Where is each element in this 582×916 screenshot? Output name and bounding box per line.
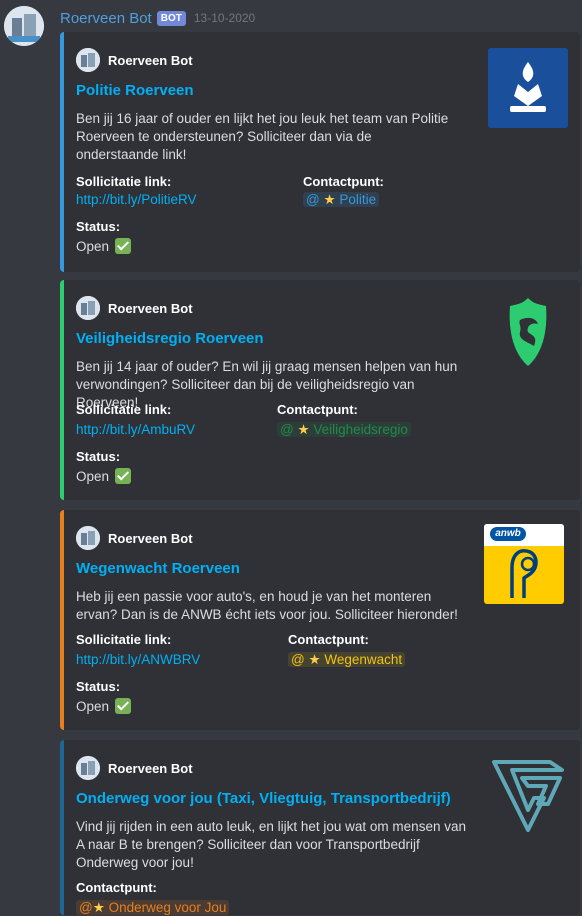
field-contact-label: Contactpunt: xyxy=(277,402,358,417)
author-name: Roerveen Bot xyxy=(108,760,193,776)
star-icon: ★ xyxy=(323,192,336,207)
field-contact-label: Contactpunt: xyxy=(288,632,369,647)
embed-title[interactable]: Veiligheidsregio Roerveen xyxy=(76,330,264,347)
contact-mention[interactable]: @ ★ Politie xyxy=(303,192,380,208)
embed-author: Roerveen Bot xyxy=(76,526,193,550)
mention-role: Onderweg voor Jou xyxy=(108,900,227,915)
author-avatar xyxy=(76,296,100,320)
mention-at: @ xyxy=(291,652,305,667)
embed-author: Roerveen Bot xyxy=(76,756,193,780)
embed-author: Roerveen Bot xyxy=(76,296,193,320)
field-link-label: Sollicitatie link: xyxy=(76,402,172,417)
field-status-label: Status: xyxy=(76,449,121,464)
embed-description: Vind jij rijden in een auto leuk, en lij… xyxy=(76,819,466,870)
check-icon xyxy=(114,468,131,484)
mention-at: @ xyxy=(306,192,320,207)
embed-author: Roerveen Bot xyxy=(76,48,193,72)
embed-veiligheidsregio: Roerveen Bot Veiligheidsregio Roerveen B… xyxy=(60,280,580,500)
mention-at: @ xyxy=(79,900,93,915)
politie-logo[interactable] xyxy=(488,48,568,128)
author-avatar xyxy=(76,526,100,550)
embed-title[interactable]: Onderweg voor jou (Taxi, Vliegtuig, Tran… xyxy=(76,790,451,807)
field-link-label: Sollicitatie link: xyxy=(76,632,172,647)
mention-role: Politie xyxy=(339,192,377,207)
author-avatar xyxy=(76,756,100,780)
status-value: Open xyxy=(76,698,131,714)
field-status-label: Status: xyxy=(76,219,121,234)
contact-mention[interactable]: @ ★ Veiligheidsregio xyxy=(277,422,411,438)
author-name: Roerveen Bot xyxy=(108,300,193,316)
status-text: Open xyxy=(76,239,110,254)
check-icon xyxy=(114,238,131,254)
embed-wegenwacht: Roerveen Bot Wegenwacht Roerveen Heb jij… xyxy=(60,510,580,730)
field-link-label: Sollicitatie link: xyxy=(76,174,172,189)
sollicitatie-link[interactable]: http://bit.ly/AmbuRV xyxy=(76,422,195,437)
embed-title[interactable]: Wegenwacht Roerveen xyxy=(76,560,240,577)
username[interactable]: Roerveen Bot xyxy=(60,10,152,27)
check-icon xyxy=(114,698,131,714)
field-contact-label: Contactpunt: xyxy=(76,880,157,895)
contact-mention[interactable]: @ ★ Wegenwacht xyxy=(288,652,406,668)
status-text: Open xyxy=(76,699,110,714)
sollicitatie-link[interactable]: http://bit.ly/PolitieRV xyxy=(76,192,197,207)
embed-politie: Roerveen Bot Politie Roerveen Ben jij 16… xyxy=(60,32,580,272)
embed-description: Ben jij 16 jaar of ouder en lijkt het jo… xyxy=(76,111,449,162)
status-value: Open xyxy=(76,238,131,254)
embed-description: Heb jij een passie voor auto's, en houd … xyxy=(76,589,458,622)
star-icon: ★ xyxy=(92,900,105,915)
bot-avatar[interactable] xyxy=(4,6,44,46)
field-contact-label: Contactpunt: xyxy=(303,174,384,189)
star-icon: ★ xyxy=(308,652,321,667)
embed-title[interactable]: Politie Roerveen xyxy=(76,82,194,99)
mention-role: Veiligheidsregio xyxy=(313,422,408,437)
star-icon: ★ xyxy=(297,422,310,437)
bot-badge: BOT xyxy=(156,10,186,26)
embed-onderweg: Roerveen Bot Onderweg voor jou (Taxi, Vl… xyxy=(60,740,580,915)
mention-role: Wegenwacht xyxy=(324,652,403,667)
author-name: Roerveen Bot xyxy=(108,52,193,68)
message-header: Roerveen Bot BOT 13-10-2020 xyxy=(60,8,255,28)
author-name: Roerveen Bot xyxy=(108,530,193,546)
veiligheidsregio-logo[interactable] xyxy=(488,292,568,372)
contact-mention[interactable]: @★ Onderweg voor Jou xyxy=(76,900,230,916)
anwb-logo[interactable]: anwb xyxy=(484,524,564,604)
status-value: Open xyxy=(76,468,131,484)
field-status-label: Status: xyxy=(76,679,121,694)
author-avatar xyxy=(76,48,100,72)
sollicitatie-link[interactable]: http://bit.ly/ANWBRV xyxy=(76,652,200,667)
onderweg-logo[interactable] xyxy=(488,756,568,836)
status-text: Open xyxy=(76,469,110,484)
timestamp: 13-10-2020 xyxy=(193,11,256,25)
mention-at: @ xyxy=(280,422,294,437)
